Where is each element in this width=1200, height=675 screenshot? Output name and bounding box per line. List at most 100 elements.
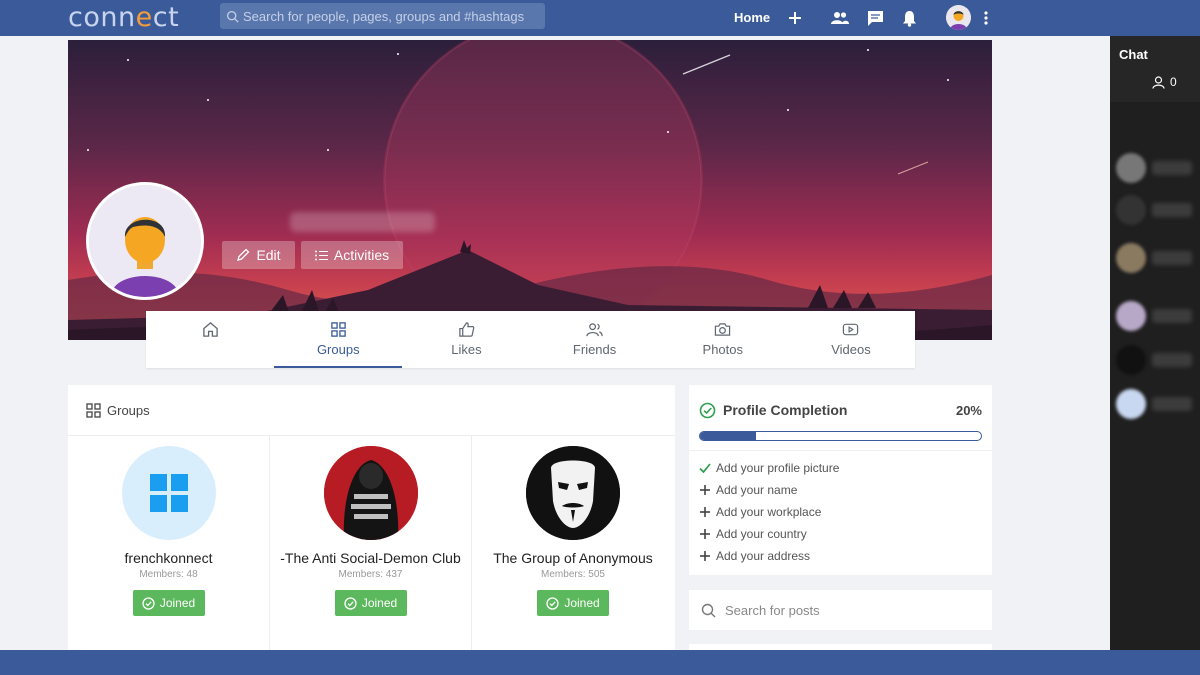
chat-user[interactable] xyxy=(1116,152,1200,184)
group-image[interactable] xyxy=(323,446,418,540)
profile-name-blurred xyxy=(290,212,435,232)
tab-friends[interactable]: Friends xyxy=(531,311,659,368)
chat-user-avatar xyxy=(1116,301,1146,331)
cover-landscape-illustration xyxy=(68,40,992,340)
avatar-illustration-icon xyxy=(89,185,201,297)
joined-button[interactable]: Joined xyxy=(537,590,609,616)
user-avatar[interactable] xyxy=(946,5,971,30)
check-circle-icon xyxy=(546,596,559,610)
tab-label: Friends xyxy=(572,342,617,357)
chat-user-avatar xyxy=(1116,243,1146,273)
tab-photos[interactable]: Photos xyxy=(659,311,787,368)
chat-user[interactable] xyxy=(1116,242,1200,274)
tab-label: Photos xyxy=(702,342,744,357)
logo[interactable]: connect xyxy=(68,2,179,33)
more-vertical-icon[interactable] xyxy=(976,8,996,28)
home-icon xyxy=(202,322,218,337)
progress-fill xyxy=(700,432,757,440)
global-search xyxy=(220,3,545,29)
profile-completion-title: Profile Completion xyxy=(723,402,848,418)
tab-home[interactable] xyxy=(146,311,274,368)
groups-header: Groups xyxy=(68,385,675,436)
search-icon xyxy=(701,603,716,617)
joined-label: Joined xyxy=(159,596,196,610)
group-name[interactable]: The Group of Anonymous xyxy=(472,550,674,566)
logo-accent: e xyxy=(135,2,153,33)
post-search-input[interactable] xyxy=(725,602,965,618)
tab-label: Groups xyxy=(316,342,360,357)
post-search xyxy=(689,590,992,630)
tab-likes[interactable]: Likes xyxy=(402,311,530,368)
group-card[interactable]: -The Anti Social-Demon Club Members: 437… xyxy=(270,436,472,650)
completion-item[interactable]: Add your name xyxy=(689,479,992,501)
edit-profile-button[interactable]: Edit xyxy=(222,241,295,269)
chat-user-name-blurred xyxy=(1152,397,1192,411)
groups-title: Groups xyxy=(107,402,150,418)
tab-label: Videos xyxy=(831,342,871,357)
completion-item-label: Add your address xyxy=(716,549,811,563)
nav-home-link[interactable]: Home xyxy=(734,10,770,25)
chat-user-name-blurred xyxy=(1152,203,1192,217)
joined-button[interactable]: Joined xyxy=(334,590,407,616)
tab-videos[interactable]: Videos xyxy=(787,311,915,368)
check-icon xyxy=(699,463,711,474)
users-icon xyxy=(586,323,603,337)
plus-icon[interactable] xyxy=(785,8,805,28)
profile-picture[interactable] xyxy=(86,182,204,300)
chat-user-name-blurred xyxy=(1152,353,1192,367)
profile-completion-header: Profile Completion 20% xyxy=(689,385,992,435)
chat-user[interactable] xyxy=(1116,194,1200,226)
profile-completion-card: Profile Completion 20% Add your profile … xyxy=(689,385,992,575)
bell-icon[interactable] xyxy=(899,8,919,28)
completion-item[interactable]: Add your workplace xyxy=(689,501,992,523)
joined-button[interactable]: Joined xyxy=(132,590,205,616)
chat-title[interactable]: Chat xyxy=(1119,47,1200,62)
bottom-bar xyxy=(0,650,1200,675)
completion-item[interactable]: Add your address xyxy=(689,545,992,567)
activities-button[interactable]: Activities xyxy=(301,241,403,269)
online-count: 0 xyxy=(1170,75,1177,89)
group-card[interactable]: frenchkonnect Members: 48 Joined xyxy=(68,436,270,650)
completion-item-label: Add your country xyxy=(716,527,807,541)
groups-panel: Groups frenchkonnect Members: 48 Joined … xyxy=(68,385,675,650)
joined-label: Joined xyxy=(361,596,398,610)
profile-completion-progress xyxy=(699,431,982,441)
plus-icon xyxy=(700,507,710,517)
profile-completion-percent: 20% xyxy=(955,402,982,418)
list-icon xyxy=(314,250,328,260)
thumbs-up-icon xyxy=(459,322,475,337)
chat-user[interactable] xyxy=(1116,344,1200,376)
check-circle-icon xyxy=(142,596,155,610)
friends-icon[interactable] xyxy=(830,8,850,28)
messages-icon[interactable] xyxy=(865,8,885,28)
group-image[interactable] xyxy=(121,446,216,540)
chat-header: Chat 0 xyxy=(1110,36,1200,102)
grid-icon xyxy=(330,322,346,337)
plus-icon xyxy=(700,485,710,495)
chat-user-name-blurred xyxy=(1152,251,1192,265)
chat-user[interactable] xyxy=(1116,388,1200,420)
plus-icon xyxy=(700,529,710,539)
chat-user-name-blurred xyxy=(1152,161,1192,175)
plus-icon xyxy=(700,551,710,561)
completion-item-label: Add your workplace xyxy=(716,505,822,519)
top-navbar: connect Home xyxy=(0,0,1200,36)
tab-groups[interactable]: Groups xyxy=(274,311,403,368)
check-circle-icon xyxy=(699,402,716,418)
chat-user[interactable] xyxy=(1116,300,1200,332)
activities-label: Activities xyxy=(333,247,390,263)
completion-item-label: Add your profile picture xyxy=(716,461,840,475)
completion-item[interactable]: Add your country xyxy=(689,523,992,545)
logo-text-end: ct xyxy=(152,2,180,33)
group-members: Members: 437 xyxy=(338,569,403,580)
group-name[interactable]: -The Anti Social-Demon Club xyxy=(270,550,471,566)
logo-text: conn xyxy=(68,2,136,33)
completion-item[interactable]: Add your profile picture xyxy=(689,457,992,479)
group-name[interactable]: frenchkonnect xyxy=(68,550,269,566)
global-search-input[interactable] xyxy=(243,8,533,24)
group-card[interactable]: The Group of Anonymous Members: 505 Join… xyxy=(472,436,674,650)
windows-logo-icon xyxy=(149,474,188,512)
chat-user-avatar xyxy=(1116,389,1146,419)
completion-item-label: Add your name xyxy=(716,483,798,497)
group-image[interactable] xyxy=(526,446,620,540)
